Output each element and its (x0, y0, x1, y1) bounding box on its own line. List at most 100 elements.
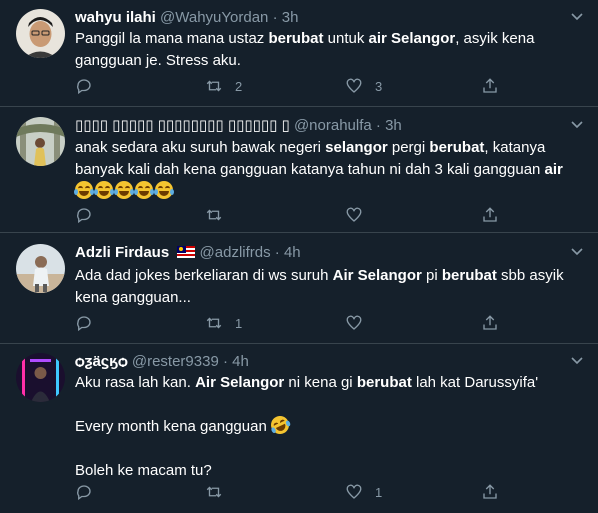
like-button[interactable]: 3 (345, 76, 382, 96)
display-name[interactable]: ▯▯▯▯ ▯▯▯▯▯ ▯▯▯▯▯▯▯▯ ▯▯▯▯▯▯ ▯ (75, 117, 290, 134)
share-button[interactable] (481, 313, 499, 333)
avatar-image (16, 9, 65, 58)
tweet-actions: 2 3 (75, 76, 535, 96)
reply-icon (77, 79, 91, 95)
user-handle[interactable]: @norahulfa (294, 117, 372, 134)
retweet-button[interactable] (205, 482, 235, 502)
text-segment: berubat (268, 30, 324, 47)
avatar[interactable] (16, 117, 65, 166)
tweet[interactable]: Adzli Firdaus @adzlifrds · 4h Ada dad jo… (0, 233, 598, 344)
share-icon (483, 78, 497, 93)
avatar[interactable] (16, 9, 65, 58)
retweet-button[interactable]: 1 (205, 313, 242, 333)
like-icon (346, 207, 362, 222)
separator-dot: · (222, 353, 228, 370)
display-name[interactable]: wahyu ilahi (75, 9, 156, 26)
text-segment: berubat (429, 139, 485, 156)
tweet-header: ѻƺӓϛӄѻ @rester9339 · 4h (75, 352, 562, 372)
laughing-tears-emoji-icon (134, 181, 154, 199)
separator-dot: · (272, 9, 278, 26)
tweet[interactable]: wahyu ilahi @WahyuYordan · 3h Panggil la… (0, 0, 598, 107)
like-icon (346, 484, 362, 499)
tweet-line: Aku rasa lah kan. Air Selangor ni kena g… (75, 372, 574, 394)
share-button[interactable] (481, 205, 499, 225)
timestamp[interactable]: 4h (232, 353, 249, 370)
reply-button[interactable] (75, 76, 105, 96)
tweet-actions (75, 205, 535, 225)
tweet-line: Every month kena gangguan (75, 413, 574, 438)
text-segment: Aku rasa lah kan. (75, 374, 196, 391)
text-segment: air Selangor (368, 30, 456, 47)
laughing-tears-emoji-icon (154, 181, 174, 199)
reply-icon (77, 316, 91, 332)
retweet-button[interactable]: 2 (205, 76, 242, 96)
timestamp[interactable]: 3h (385, 117, 402, 134)
tweet-text: Aku rasa lah kan. Air Selangor ni kena g… (75, 372, 574, 482)
text-segment: Air Selangor (195, 374, 285, 391)
tweet-header: ▯▯▯▯ ▯▯▯▯▯ ▯▯▯▯▯▯▯▯ ▯▯▯▯▯▯ ▯ @norahulfa … (75, 116, 562, 136)
reply-button[interactable] (75, 482, 105, 502)
tweet-header: wahyu ilahi @WahyuYordan · 3h (75, 8, 562, 28)
text-segment: berubat (356, 374, 412, 391)
user-handle[interactable]: @rester9339 (132, 353, 219, 370)
separator-dot: · (375, 117, 381, 134)
reply-icon (77, 208, 91, 224)
retweet-icon (206, 486, 222, 498)
reply-button[interactable] (75, 313, 105, 333)
share-button[interactable] (481, 482, 499, 502)
tweet[interactable]: ѻƺӓϛӄѻ @rester9339 · 4h Aku rasa lah kan… (0, 344, 598, 513)
avatar-image (16, 117, 65, 166)
display-name[interactable]: Adzli Firdaus (75, 244, 169, 261)
text-segment: anak sedara aku suruh bawak negeri (75, 139, 326, 156)
reply-button[interactable] (75, 205, 105, 225)
retweet-button[interactable] (205, 205, 235, 225)
tweet[interactable]: ▯▯▯▯ ▯▯▯▯▯ ▯▯▯▯▯▯▯▯ ▯▯▯▯▯▯ ▯ @norahulfa … (0, 107, 598, 233)
retweet-icon (206, 209, 222, 221)
avatar[interactable] (16, 353, 65, 402)
retweet-icon (206, 317, 222, 329)
text-segment: untuk (323, 30, 369, 47)
share-icon (483, 207, 497, 222)
text-segment: Every month kena gangguan (75, 418, 267, 435)
avatar-image (16, 244, 65, 293)
text-segment: pi (421, 267, 442, 284)
tweet-line: Boleh ke macam tu? (75, 460, 574, 482)
text-segment: pergi (387, 139, 430, 156)
tweet-text: anak sedara aku suruh bawak negeri selan… (74, 137, 574, 203)
share-icon (483, 484, 497, 499)
display-name[interactable]: ѻƺӓϛӄѻ (75, 353, 128, 370)
text-segment: lah kat Darussyifa' (411, 374, 539, 391)
malaysia-flag-icon (177, 246, 196, 258)
tweet-actions: 1 (75, 482, 535, 502)
reply-icon (77, 485, 91, 501)
like-count: 3 (375, 78, 383, 94)
like-icon (346, 315, 362, 330)
separator-dot: · (274, 244, 280, 261)
avatar[interactable] (16, 244, 65, 293)
chevron-down-icon[interactable] (570, 10, 584, 24)
user-handle[interactable]: @WahyuYordan (160, 9, 268, 26)
avatar-image (16, 353, 65, 402)
timestamp[interactable]: 3h (282, 9, 299, 26)
text-segment: Panggil la mana mana ustaz (75, 30, 269, 47)
emoji-group (74, 181, 175, 200)
like-button[interactable] (345, 205, 375, 225)
laughing-tears-emoji-icon (94, 181, 114, 199)
text-segment: selangor (325, 139, 388, 156)
tweet-header: Adzli Firdaus @adzlifrds · 4h (75, 243, 562, 263)
chevron-down-icon[interactable] (570, 245, 584, 259)
chevron-down-icon[interactable] (570, 118, 584, 132)
laughing-tears-emoji-icon (74, 181, 94, 199)
text-segment: berubat (441, 267, 497, 284)
like-button[interactable]: 1 (345, 482, 382, 502)
tweet-text: Ada dad jokes berkeliaran di ws suruh Ai… (75, 265, 574, 309)
rolling-laughing-emoji-icon (268, 413, 292, 437)
timestamp[interactable]: 4h (284, 244, 301, 261)
user-handle[interactable]: @adzlifrds (200, 244, 271, 261)
tweet-actions: 1 (75, 313, 535, 333)
tweet-text: Panggil la mana mana ustaz berubat untuk… (75, 28, 574, 72)
like-count: 1 (375, 484, 383, 500)
share-button[interactable] (481, 76, 499, 96)
chevron-down-icon[interactable] (570, 354, 584, 368)
like-button[interactable] (345, 313, 375, 333)
